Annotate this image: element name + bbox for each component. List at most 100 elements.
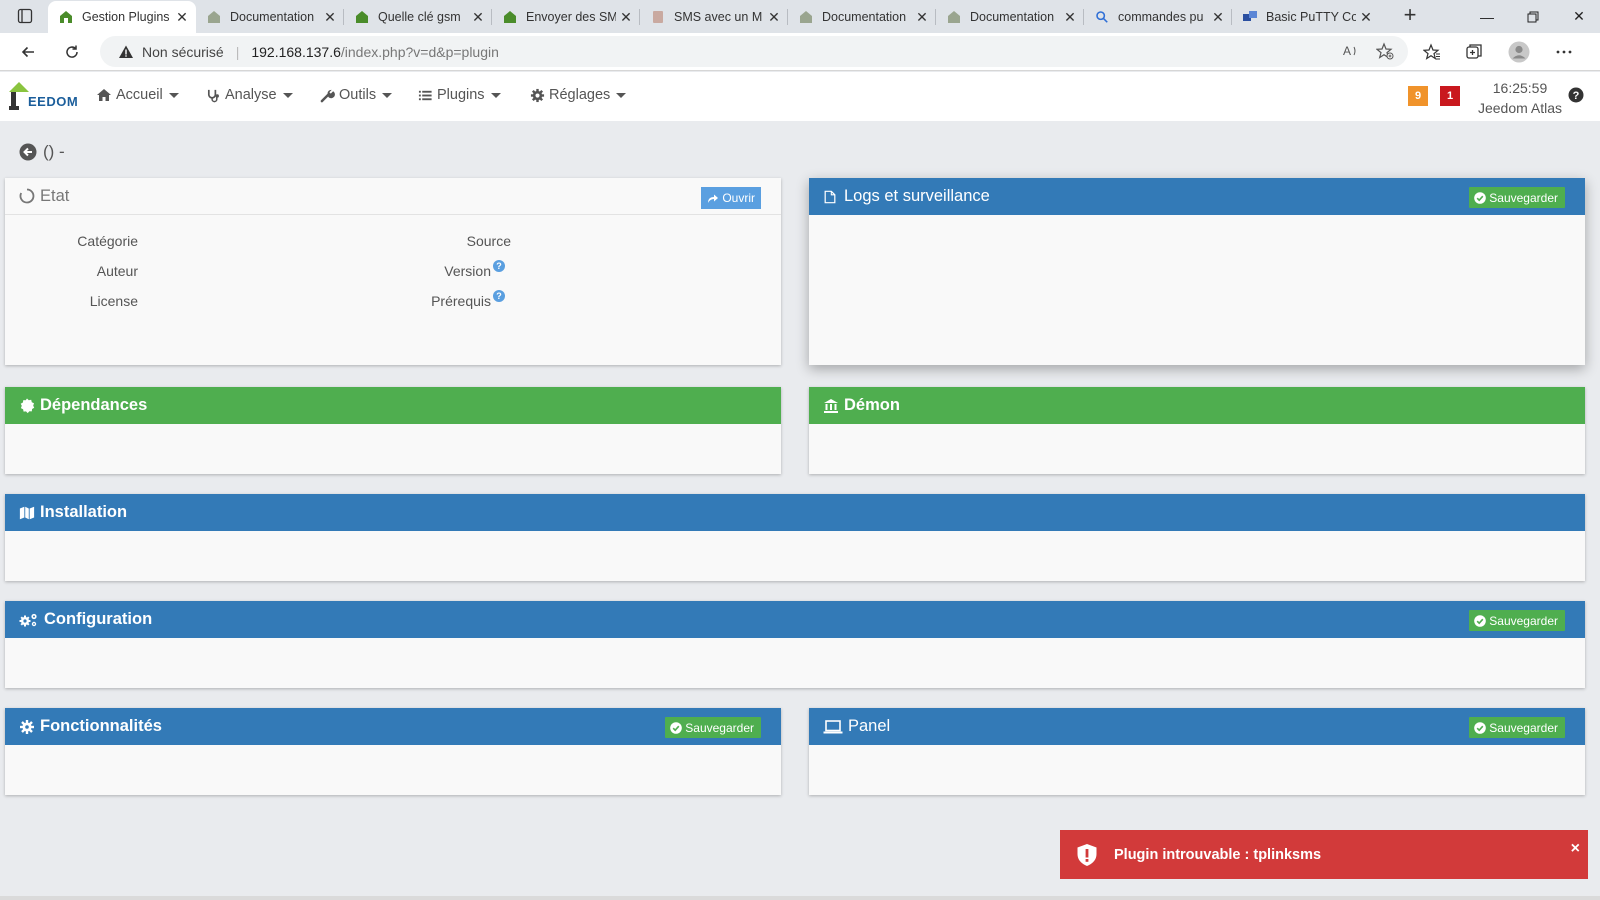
close-tab-icon[interactable]: ✕ [1208,7,1228,27]
browser-tab-4[interactable]: SMS avec un M ✕ [640,1,788,33]
menu-reglages[interactable]: Réglages [530,87,627,103]
shield-alert-icon [1077,843,1097,866]
error-toast: Plugin introuvable : tplinksms × [1060,830,1588,879]
menu-outils[interactable]: Outils [320,87,393,103]
browser-tab-6[interactable]: Documentation ✕ [936,1,1084,33]
toast-message: Plugin introuvable : tplinksms [1114,846,1322,863]
configuration-save-label: Sauvegarder [1489,613,1558,628]
open-button[interactable]: Ouvrir [701,187,761,209]
jeedom-favicon-icon [798,9,814,25]
menu-analyse[interactable]: Analyse [206,87,293,103]
label-license: License [89,293,138,309]
list-icon [418,88,433,103]
alert-count-badge[interactable]: 1 [1440,86,1460,106]
installation-title: Installation [40,503,128,521]
back-circle-icon[interactable] [19,143,37,161]
spinner-icon [19,188,35,204]
tab-title: Envoyer des SMS [526,10,616,24]
read-aloud-icon[interactable]: A [1342,42,1360,63]
tab-title: SMS avec un M [674,10,763,24]
browser-tab-2[interactable]: Quelle clé gsm ✕ [344,1,492,33]
stethoscope-icon [206,88,221,103]
etat-title: Etat [40,186,70,205]
demon-panel: Démon [809,387,1585,474]
more-menu-icon[interactable] [1552,41,1576,63]
tab-title: Basic PuTTY Co [1266,10,1356,24]
browser-tab-8[interactable]: Basic PuTTY Co ✕ [1232,1,1380,33]
page-favicon-icon [650,9,666,25]
svg-text:?: ? [1573,90,1580,102]
laptop-icon [823,719,843,735]
reload-icon[interactable] [58,40,86,64]
configuration-save-button[interactable]: Sauvegarder [1469,610,1565,631]
tab-title: Documentation [230,10,315,24]
toast-close-icon[interactable]: × [1571,840,1580,858]
clock-time: 16:25:59 [1492,80,1548,96]
browser-tab-0[interactable]: Gestion Plugins ✕ [48,1,196,33]
file-icon [823,189,839,205]
close-tab-icon[interactable]: ✕ [1356,7,1376,27]
menu-reglages-label: Réglages [549,87,611,103]
logs-title: Logs et surveillance [844,187,990,205]
help-icon[interactable]: ? [1568,87,1586,105]
dependances-title: Dépendances [40,396,148,414]
menu-accueil-label: Accueil [116,87,163,103]
label-version: Version [444,263,491,279]
close-tab-icon[interactable]: ✕ [1060,7,1080,27]
menu-plugins[interactable]: Plugins [418,87,501,103]
close-tab-icon[interactable]: ✕ [616,7,636,27]
prerequis-help-icon[interactable]: ? [493,290,505,302]
warning-icon [119,45,133,58]
search-favicon-icon [1094,9,1110,25]
jeedom-favicon-icon [946,9,962,25]
label-source: Source [466,233,511,249]
panel-panel-header: Panel Sauvegarder [809,708,1585,745]
tab-title: Quelle clé gsm [378,10,461,24]
tab-title: Documentation [970,10,1055,24]
map-icon [19,505,35,521]
browser-tab-7[interactable]: commandes pu ✕ [1084,1,1232,33]
jeedom-logo[interactable]: EEDOM [6,78,78,116]
minimize-icon[interactable]: — [1464,0,1510,33]
panel-title: Panel [848,717,891,735]
tab-actions-icon[interactable] [8,5,42,27]
collections-icon[interactable] [1462,41,1486,63]
url-host: 192.168.137.6 [251,43,341,60]
favorites-icon[interactable] [1420,41,1444,63]
fonctionnalites-save-button[interactable]: Sauvegarder [665,717,761,738]
add-favorite-icon[interactable] [1375,42,1394,63]
page-title: () - [19,142,65,162]
menu-accueil[interactable]: Accueil [96,87,179,103]
etat-panel-header: Etat Ouvrir [5,178,781,215]
url-field[interactable]: Non sécurisé | 192.168.137.6/index.php?v… [100,36,1408,67]
security-label: Non sécurisé [142,43,224,60]
restore-icon[interactable] [1510,0,1556,33]
back-arrow-icon[interactable] [14,40,42,64]
page-title-text: () - [43,142,65,161]
close-tab-icon[interactable]: ✕ [764,7,784,27]
version-help-icon[interactable]: ? [493,260,505,272]
svg-text:A: A [1343,44,1351,58]
logs-panel-header: Logs et surveillance Sauvegarder [809,178,1585,215]
tab-title: Documentation [822,10,907,24]
instance-name[interactable]: Jeedom Atlas [1470,98,1570,118]
clock-block: 16:25:59 Jeedom Atlas [1470,78,1570,118]
logs-save-button[interactable]: Sauvegarder [1469,187,1565,208]
browser-tab-5[interactable]: Documentation ✕ [788,1,936,33]
fonctionnalites-title: Fonctionnalités [40,717,162,735]
close-tab-icon[interactable]: ✕ [320,7,340,27]
close-tab-icon[interactable]: ✕ [912,7,932,27]
window-close-icon[interactable]: ✕ [1556,0,1600,33]
etat-panel: Etat Ouvrir Catégorie Auteur License Sou… [5,178,781,365]
label-categorie: Catégorie [77,233,138,249]
profile-avatar-icon[interactable] [1507,41,1531,63]
warning-count-badge[interactable]: 9 [1408,86,1428,106]
panel-save-button[interactable]: Sauvegarder [1469,717,1565,738]
check-circle-icon [1474,191,1487,204]
putty-favicon-icon [1242,9,1258,25]
browser-tab-3[interactable]: Envoyer des SMS ✕ [492,1,640,33]
browser-tab-1[interactable]: Documentation ✕ [196,1,344,33]
close-tab-icon[interactable]: ✕ [468,7,488,27]
new-tab-button[interactable]: + [1396,4,1424,28]
close-tab-icon[interactable]: ✕ [172,7,192,27]
